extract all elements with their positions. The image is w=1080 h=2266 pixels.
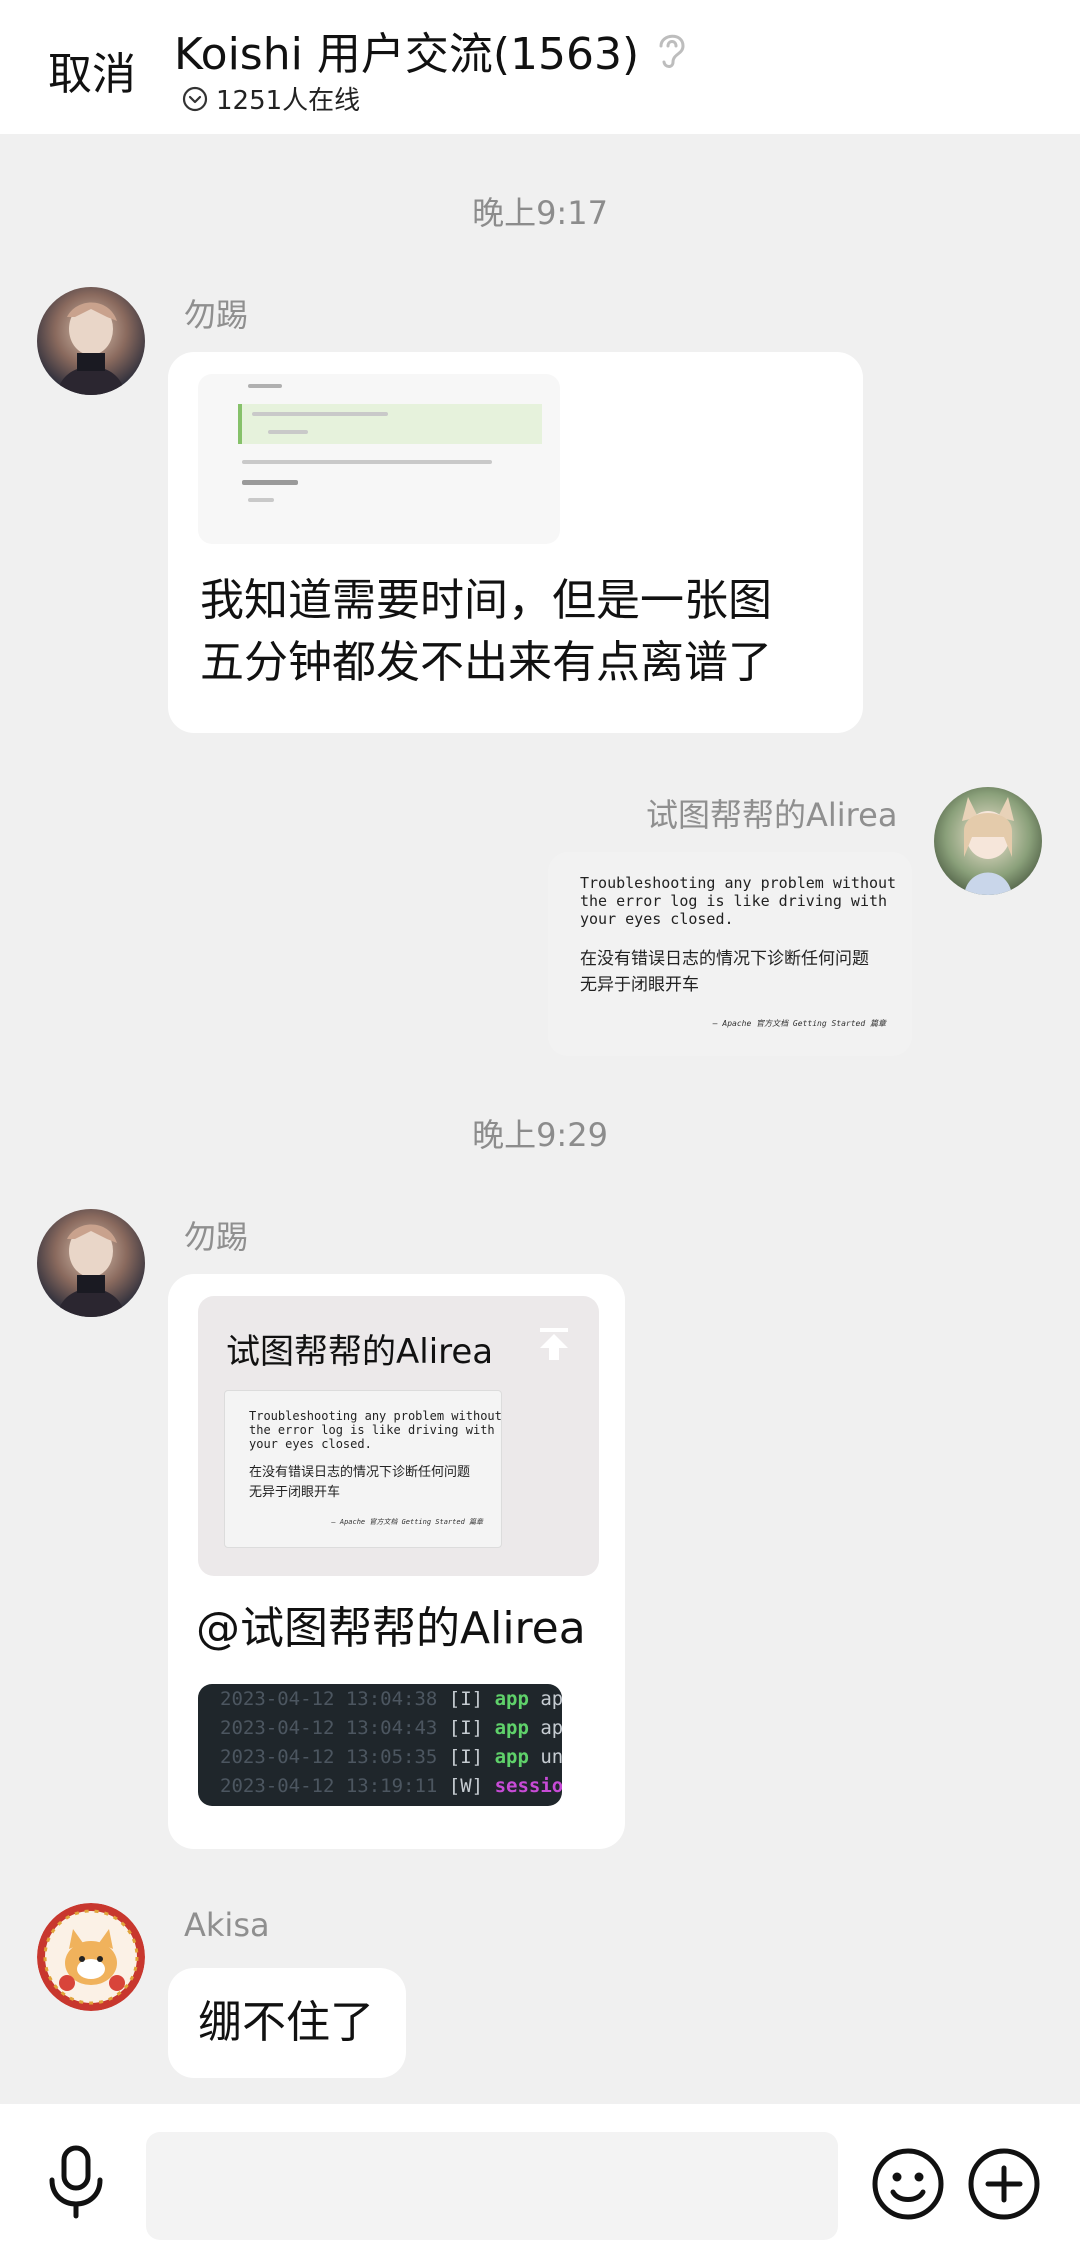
input-bar [0,2104,1080,2266]
title-row: Koishi 用户交流(1563) [174,18,689,82]
avatar[interactable] [37,1903,145,2011]
jump-to-message-icon[interactable] [534,1324,574,1364]
avatar[interactable] [37,287,145,395]
avatar[interactable] [934,787,1042,895]
message-text-line: 五分钟都发不出来有点离谱了 [200,637,772,688]
log-line: 2023-04-12 13:04:38 [I] app appl [220,1688,562,1710]
online-status[interactable]: 1251人在线 [182,80,360,117]
sender-name: Akisa [184,1906,270,1944]
message-bubble[interactable]: 绷不住了 [168,1968,406,2078]
log-line: 2023-04-12 13:04:43 [I] app appl [220,1717,562,1739]
reply-image: Troubleshooting any problem without the … [224,1390,502,1548]
message-input[interactable] [146,2132,838,2240]
avatar[interactable] [37,1209,145,1317]
timestamp: 晚上9:17 [472,194,608,232]
log-line: 2023-04-12 13:05:35 [I] app unlo [220,1746,562,1768]
quote-attribution: — Apache 官方文档 Getting Started 篇章 [331,1518,483,1526]
chat-header: 取消 Koishi 用户交流(1563) 1251人在线 [0,0,1080,134]
cancel-button[interactable]: 取消 [48,38,136,102]
sender-name: 试图帮帮的Alirea [646,796,898,834]
sender-name: 勿踢 [184,1218,249,1256]
microphone-icon[interactable] [44,2144,108,2220]
smiley-icon[interactable] [870,2146,946,2222]
image-thumbnail[interactable]: Troubleshooting any problem without the … [548,852,912,1056]
ear-icon[interactable] [655,28,689,72]
image-thumbnail[interactable] [198,374,560,544]
group-title[interactable]: Koishi 用户交流(1563) [174,18,639,82]
quote-english: Troubleshooting any problem without the … [580,874,897,928]
reply-sender: 试图帮帮的Alirea [226,1332,494,1372]
message-bubble[interactable]: 我知道需要时间，但是一张图 五分钟都发不出来有点离谱了 [168,352,863,733]
image-thumbnail[interactable]: 2023-04-12 13:04:38 [I] app appl 2023-04… [198,1684,562,1806]
log-line: 2023-04-12 13:19:11 [W] session [220,1775,562,1797]
message-bubble[interactable]: 试图帮帮的Alirea Troubleshooting any problem … [168,1274,625,1849]
sender-name: 勿踢 [184,296,249,334]
mention-text[interactable]: @试图帮帮的Alirea [196,1598,586,1660]
message-text-line: 我知道需要时间，但是一张图 [200,575,772,626]
chevron-circle-icon [182,86,208,111]
quote-attribution: — Apache 官方文档 Getting Started 篇章 [712,1019,886,1028]
message-text: 绷不住了 [198,1997,374,2048]
online-count: 1251人在线 [216,86,361,116]
reply-quote[interactable]: 试图帮帮的Alirea Troubleshooting any problem … [198,1296,599,1576]
plus-circle-icon[interactable] [966,2146,1042,2222]
quote-chinese: 在没有错误日志的情况下诊断任何问题 无异于闭眼开车 [249,1465,471,1500]
timestamp: 晚上9:29 [472,1116,608,1154]
quote-english: Troubleshooting any problem without the … [249,1409,502,1451]
quote-chinese: 在没有错误日志的情况下诊断任何问题 无异于闭眼开车 [580,949,869,995]
